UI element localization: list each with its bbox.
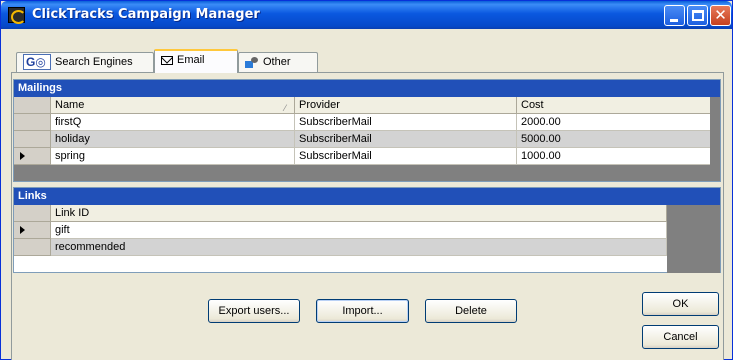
grid-corner <box>14 97 51 114</box>
tab-search-engines[interactable]: G◎ Search Engines <box>16 52 154 72</box>
clicktracks-app-icon <box>8 7 26 24</box>
column-header-provider[interactable]: Provider <box>295 97 517 114</box>
table-row-cost[interactable]: 5000.00 <box>517 131 716 148</box>
maximize-button[interactable] <box>687 5 708 26</box>
table-row-cost[interactable]: 2000.00 <box>517 114 716 131</box>
table-row-name[interactable]: firstQ <box>51 114 295 131</box>
tab-label: Search Engines <box>55 56 133 68</box>
title-bar[interactable]: ClickTracks Campaign Manager ✕ <box>1 1 732 29</box>
tab-email[interactable]: Email <box>154 49 238 73</box>
row-filler <box>710 148 720 165</box>
links-group: Links Link ID gift recommended <box>13 187 721 273</box>
google-icon: G◎ <box>23 54 51 71</box>
grid-empty-area <box>14 165 720 181</box>
minimize-icon <box>670 19 678 22</box>
row-header-current[interactable] <box>14 222 51 239</box>
button-label: OK <box>672 298 689 310</box>
sort-icon: ⁄ <box>284 103 286 113</box>
row-header[interactable] <box>14 239 51 256</box>
table-row-link-id[interactable]: gift <box>51 222 667 239</box>
row-header-current[interactable] <box>14 148 51 165</box>
envelope-icon <box>161 55 173 65</box>
grid-empty-area <box>667 205 720 273</box>
column-header-name[interactable]: Name ⁄ <box>51 97 295 114</box>
links-header: Links <box>14 188 720 205</box>
column-header-link-id[interactable]: Link ID <box>51 205 667 222</box>
cancel-button[interactable]: Cancel <box>642 325 719 349</box>
table-row-link-id[interactable]: recommended <box>51 239 667 256</box>
column-header-cost[interactable]: Cost <box>517 97 716 114</box>
current-row-arrow-icon <box>20 152 25 160</box>
button-label: Delete <box>455 305 487 317</box>
button-label: Import... <box>342 305 383 317</box>
table-row-name[interactable]: holiday <box>51 131 295 148</box>
column-header-label: Name <box>55 99 85 111</box>
current-row-arrow-icon <box>20 226 25 234</box>
other-campaign-icon <box>245 56 259 69</box>
table-row-provider[interactable]: SubscriberMail <box>295 131 517 148</box>
table-row-cost[interactable]: 1000.00 <box>517 148 716 165</box>
tab-label: Email <box>177 54 205 66</box>
ok-button[interactable]: OK <box>642 292 719 316</box>
button-label: Cancel <box>663 331 698 343</box>
minimize-button[interactable] <box>664 5 685 26</box>
close-button[interactable]: ✕ <box>710 5 731 26</box>
table-row-provider[interactable]: SubscriberMail <box>295 114 517 131</box>
row-header[interactable] <box>14 131 51 148</box>
tab-other[interactable]: Other <box>238 52 318 72</box>
table-row-provider[interactable]: SubscriberMail <box>295 148 517 165</box>
row-header[interactable] <box>14 114 51 131</box>
export-users-button[interactable]: Export users... <box>208 299 300 323</box>
import-button[interactable]: Import... <box>316 299 409 323</box>
grid-corner <box>14 205 51 222</box>
button-label: Export users... <box>218 305 290 317</box>
campaign-manager-window: ClickTracks Campaign Manager ✕ G◎ Search … <box>0 0 733 360</box>
window-title: ClickTracks Campaign Manager <box>32 7 260 22</box>
table-row-name[interactable]: spring <box>51 148 295 165</box>
delete-button[interactable]: Delete <box>425 299 517 323</box>
row-filler <box>710 114 720 131</box>
tab-label: Other <box>263 56 291 68</box>
header-filler <box>710 97 720 114</box>
mailings-header: Mailings <box>14 80 720 97</box>
maximize-icon <box>692 10 704 21</box>
row-filler <box>710 131 720 148</box>
mailings-group: Mailings Name ⁄ Provider Cost firstQ Subs… <box>13 79 721 182</box>
close-icon: ✕ <box>714 7 727 24</box>
